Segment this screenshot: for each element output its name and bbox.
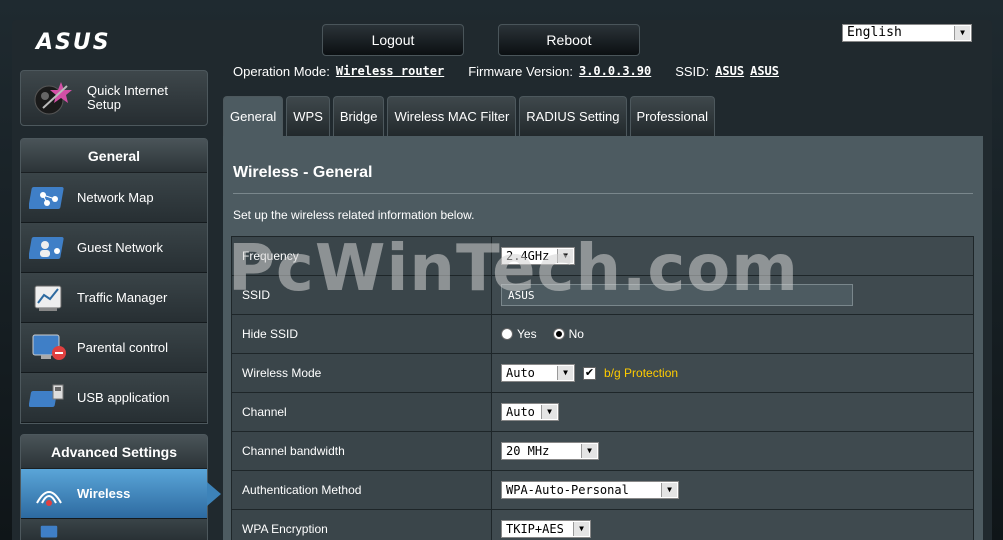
reboot-button[interactable]: Reboot — [498, 24, 640, 56]
network-map-icon — [29, 186, 64, 209]
traffic-manager-icon — [34, 285, 62, 311]
channel-select[interactable]: Auto ▼ — [501, 403, 559, 421]
hide-ssid-no-radio[interactable]: No — [552, 327, 584, 341]
status-infobar: Operation Mode: Wireless router Firmware… — [233, 64, 779, 79]
sidebar-advanced-header: Advanced Settings — [21, 435, 207, 469]
language-value: English — [847, 25, 902, 40]
table-row: Frequency 2.4GHz ▼ — [232, 237, 973, 276]
hide-ssid-label: Hide SSID — [232, 315, 492, 353]
wireless-mode-label: Wireless Mode — [232, 354, 492, 392]
tab-general[interactable]: General — [223, 96, 284, 136]
wizard-icon — [34, 82, 72, 115]
table-row: Channel bandwidth 20 MHz ▼ — [232, 432, 973, 471]
table-row: Hide SSID Yes No — [232, 315, 973, 354]
bg-protection-label: b/g Protection — [604, 366, 679, 380]
ssid-link-1[interactable]: ASUS — [715, 64, 744, 79]
sidebar-item-usb-application[interactable]: USB application — [21, 373, 207, 423]
tab-radius-setting[interactable]: RADIUS Setting — [519, 96, 627, 136]
parental-control-icon — [32, 334, 66, 360]
sidebar-general-header: General — [21, 139, 207, 173]
chevron-down-icon: ▼ — [541, 405, 557, 419]
usb-application-icon — [29, 384, 64, 407]
sidebar-item-next[interactable] — [21, 519, 207, 540]
language-select[interactable]: English ▼ — [842, 24, 972, 42]
sidebar-item-label: Traffic Manager — [77, 290, 168, 305]
chevron-down-icon: ▼ — [573, 522, 589, 536]
ssid-label: SSID — [232, 276, 492, 314]
frequency-label: Frequency — [232, 237, 492, 275]
sidebar-advanced-section: Advanced Settings Wireless — [20, 434, 221, 540]
chevron-down-icon: ▼ — [661, 483, 677, 497]
guest-network-icon — [29, 236, 64, 259]
title-divider — [233, 193, 973, 194]
auth-method-label: Authentication Method — [232, 471, 492, 509]
chevron-down-icon: ▼ — [557, 366, 573, 380]
chevron-down-icon: ▼ — [954, 26, 970, 40]
op-mode-link[interactable]: Wireless router — [336, 64, 444, 79]
table-row: Authentication Method WPA-Auto-Personal … — [232, 471, 973, 510]
channel-bandwidth-select[interactable]: 20 MHz ▼ — [501, 442, 599, 460]
sidebar-item-label: Wireless — [77, 486, 131, 501]
auth-method-select[interactable]: WPA-Auto-Personal ▼ — [501, 481, 679, 499]
channel-label: Channel — [232, 393, 492, 431]
op-mode-label: Operation Mode: — [233, 64, 330, 79]
table-row: WPA Encryption TKIP+AES ▼ — [232, 510, 973, 540]
sidebar-item-label: Parental control — [77, 340, 169, 355]
wpa-encryption-label: WPA Encryption — [232, 510, 492, 540]
table-row: Channel Auto ▼ — [232, 393, 973, 432]
sidebar-item-wireless[interactable]: Wireless — [21, 469, 221, 519]
frequency-select[interactable]: 2.4GHz ▼ — [501, 247, 575, 265]
hide-ssid-yes-radio[interactable]: Yes — [501, 327, 537, 341]
tab-professional[interactable]: Professional — [629, 96, 716, 136]
table-row: Wireless Mode Auto ▼ ✔ b/g Protection — [232, 354, 973, 393]
wpa-encryption-select[interactable]: TKIP+AES ▼ — [501, 520, 591, 538]
firmware-label: Firmware Version: — [468, 64, 573, 79]
page-description: Set up the wireless related information … — [233, 208, 475, 222]
ssid-input[interactable]: ASUS — [501, 284, 853, 306]
sidebar-item-guest-network[interactable]: Guest Network — [21, 223, 207, 273]
bg-protection-checkbox[interactable]: ✔ — [583, 366, 596, 380]
logout-button[interactable]: Logout — [322, 24, 464, 56]
ssid-link-2[interactable]: ASUS — [750, 64, 779, 79]
chevron-down-icon: ▼ — [581, 444, 597, 458]
asus-logo: ASUS — [36, 30, 111, 55]
sidebar-item-label: Guest Network — [77, 240, 163, 255]
quick-setup-label: Quick Internet Setup — [87, 83, 168, 112]
firmware-link[interactable]: 3.0.0.3.90 — [579, 64, 651, 79]
wireless-icon — [36, 490, 62, 506]
wireless-settings-table: Frequency 2.4GHz ▼ SSID ASUS Hide SSID Y… — [231, 236, 974, 540]
tab-bridge[interactable]: Bridge — [332, 96, 385, 136]
sidebar-item-traffic-manager[interactable]: Traffic Manager — [21, 273, 207, 323]
sidebar-item-network-map[interactable]: Network Map — [21, 173, 207, 223]
sidebar-item-label: Network Map — [77, 190, 154, 205]
page-title: Wireless - General — [233, 164, 373, 181]
sidebar-item-parental-control[interactable]: Parental control — [21, 323, 207, 373]
tab-bar: General WPS Bridge Wireless MAC Filter R… — [223, 96, 716, 136]
wireless-mode-select[interactable]: Auto ▼ — [501, 364, 575, 382]
sidebar-item-label: USB application — [77, 390, 170, 405]
lan-icon — [40, 525, 58, 537]
sidebar-general-section: General Network Map Guest Network Traffi… — [20, 138, 208, 424]
content-panel: Wireless - General Set up the wireless r… — [223, 136, 983, 540]
tab-wireless-mac-filter[interactable]: Wireless MAC Filter — [387, 96, 517, 136]
table-row: SSID ASUS — [232, 276, 973, 315]
chevron-down-icon: ▼ — [557, 249, 573, 263]
tab-wps[interactable]: WPS — [286, 96, 330, 136]
quick-internet-setup-button[interactable]: Quick Internet Setup — [20, 70, 208, 126]
channel-bandwidth-label: Channel bandwidth — [232, 432, 492, 470]
ssid-label: SSID: — [675, 64, 710, 79]
